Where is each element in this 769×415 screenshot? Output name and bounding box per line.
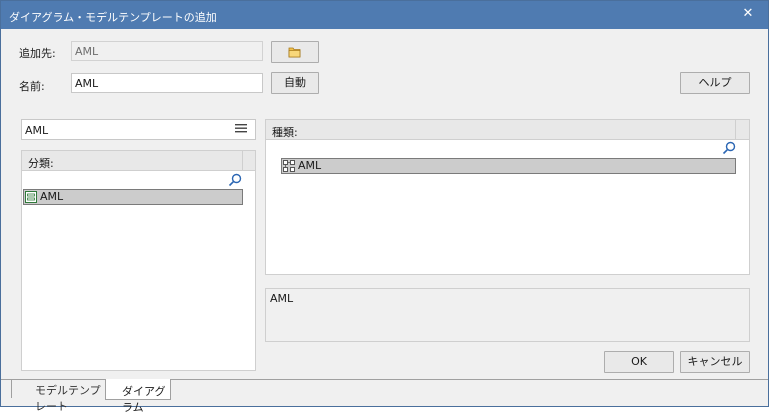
type-panel: 種類: AML	[265, 119, 750, 275]
category-header: 分類:	[22, 151, 255, 171]
destination-label: 追加先:	[19, 47, 56, 60]
search-icon[interactable]	[722, 141, 736, 155]
name-label: 名前:	[19, 80, 45, 93]
auto-button[interactable]: 自動	[271, 72, 319, 94]
close-button[interactable]: ✕	[728, 1, 768, 29]
list-item[interactable]: AML	[23, 189, 243, 205]
filter-input[interactable]: AML	[21, 119, 256, 140]
destination-field: AML	[71, 41, 263, 61]
tab-model-template[interactable]: モデルテンプレート	[11, 380, 111, 413]
ok-button[interactable]: OK	[604, 351, 674, 373]
browse-folder-button[interactable]	[271, 41, 319, 63]
window-title: ダイアグラム・モデルテンプレートの追加	[9, 11, 217, 24]
type-header: 種類:	[266, 120, 749, 140]
folder-icon	[288, 47, 301, 58]
help-button[interactable]: ヘルプ	[680, 72, 750, 94]
list-item[interactable]: AML	[281, 158, 736, 174]
description-text: AML	[270, 292, 294, 305]
list-item-label: AML	[298, 159, 322, 172]
cancel-button[interactable]: キャンセル	[680, 351, 750, 373]
tab-strip: モデルテンプレート ダイアグラム	[1, 379, 768, 414]
type-header-label: 種類:	[272, 126, 298, 139]
description-box: AML	[265, 288, 750, 342]
search-icon[interactable]	[228, 173, 242, 187]
list-item-label: AML	[40, 190, 64, 203]
package-icon	[25, 191, 37, 203]
diagram-icon	[283, 160, 295, 172]
tab-diagram[interactable]: ダイアグラム	[105, 379, 171, 414]
category-panel: 分類: AML	[21, 150, 256, 371]
category-header-label: 分類:	[28, 157, 54, 170]
title-bar[interactable]: ダイアグラム・モデルテンプレートの追加 ✕	[1, 1, 768, 29]
dialog-window: ダイアグラム・モデルテンプレートの追加 ✕ 追加先: AML 名前: AML 自…	[0, 0, 769, 414]
name-input[interactable]: AML	[71, 73, 263, 93]
menu-icon[interactable]	[235, 124, 247, 133]
filter-text: AML	[25, 124, 49, 137]
